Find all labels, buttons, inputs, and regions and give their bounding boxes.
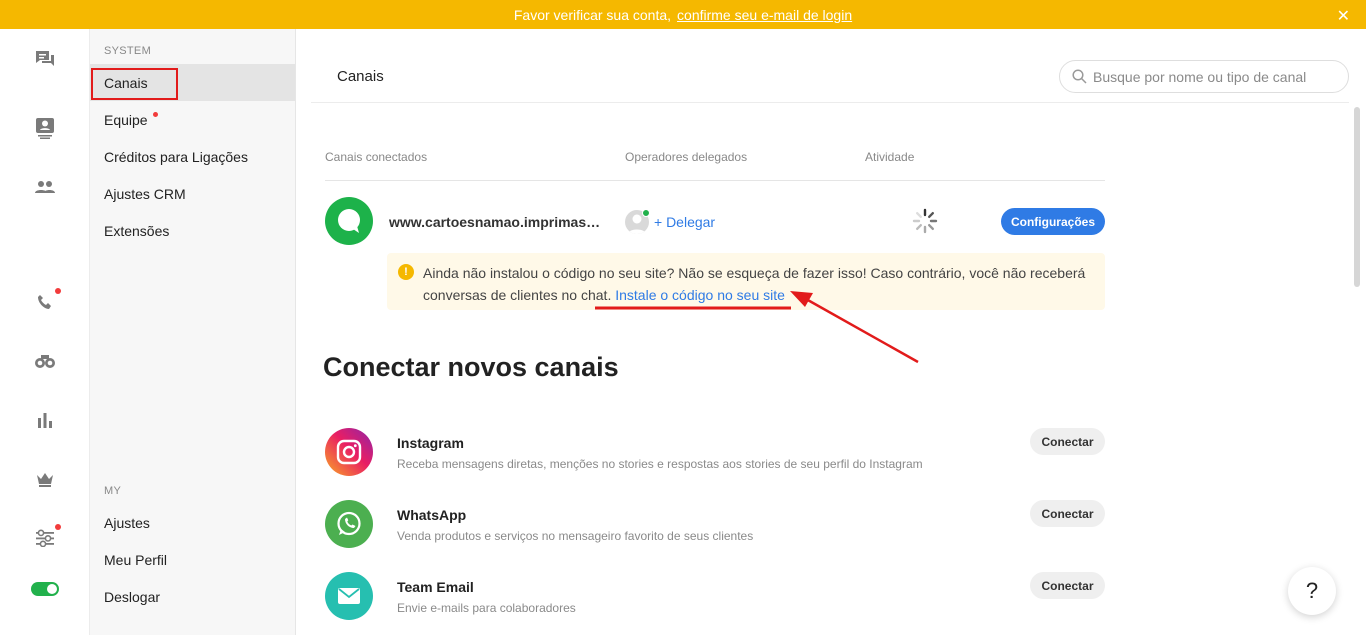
loading-spinner-icon: [912, 208, 938, 234]
search-icon: [1072, 69, 1087, 84]
people-icon[interactable]: [33, 175, 57, 199]
phone-badge: [55, 288, 61, 294]
menu-item-meu-perfil[interactable]: Meu Perfil: [90, 541, 295, 578]
install-code-warning: ! Ainda não instalou o código no seu sit…: [387, 253, 1105, 310]
team-email-desc: Envie e-mails para colaboradores: [397, 601, 576, 615]
column-header-activity: Atividade: [865, 150, 915, 164]
sliders-badge: [55, 524, 61, 530]
menu-item-ajustes-crm[interactable]: Ajustes CRM: [90, 175, 295, 212]
mail-icon: [325, 572, 373, 620]
main-content: Canais Canais conectados Operadores dele…: [296, 29, 1366, 635]
menu-item-label: Equipe: [104, 111, 148, 128]
menu-item-label: Créditos para Ligações: [104, 148, 248, 165]
menu-item-label: Ajustes CRM: [104, 185, 186, 202]
new-channels-title: Conectar novos canais: [323, 352, 619, 382]
icon-rail: [0, 29, 90, 635]
instagram-name: Instagram: [397, 435, 464, 451]
search-input[interactable]: [1093, 68, 1333, 85]
table-divider: [325, 180, 1105, 181]
menu-item-creditos[interactable]: Créditos para Ligações: [90, 138, 295, 175]
connect-team-email-button[interactable]: Conectar: [1030, 572, 1105, 599]
page-title: Canais: [337, 68, 384, 85]
settings-menu: SYSTEM Canais Equipe Créditos para Ligaç…: [90, 29, 296, 635]
operator-online-dot: [642, 209, 650, 217]
whatsapp-name: WhatsApp: [397, 507, 467, 523]
menu-item-label: Canais: [104, 74, 148, 91]
instagram-icon: [325, 428, 373, 476]
menu-item-label: Ajustes: [104, 514, 150, 531]
connect-whatsapp-button[interactable]: Conectar: [1030, 500, 1105, 527]
my-section-label: MY: [104, 485, 122, 497]
connect-instagram-button[interactable]: Conectar: [1030, 428, 1105, 455]
column-header-connected: Canais conectados: [325, 150, 428, 164]
confirm-email-link[interactable]: confirme seu e-mail de login: [677, 7, 852, 23]
crown-icon[interactable]: [33, 467, 57, 491]
menu-item-deslogar[interactable]: Deslogar: [90, 578, 295, 615]
binoculars-icon[interactable]: [33, 349, 57, 373]
instagram-desc: Receba mensagens diretas, menções no sto…: [397, 457, 923, 471]
menu-item-ajustes[interactable]: Ajustes: [90, 504, 295, 541]
help-button[interactable]: ?: [1288, 567, 1336, 615]
close-icon[interactable]: ✕: [1337, 6, 1350, 26]
sliders-icon[interactable]: [33, 524, 61, 550]
annotation-arrow: [595, 291, 919, 364]
contact-card-icon[interactable]: [33, 116, 57, 140]
warning-icon: !: [398, 264, 414, 280]
online-toggle[interactable]: [31, 582, 59, 596]
header-divider: [311, 102, 1349, 103]
menu-item-label: Deslogar: [104, 588, 161, 605]
whatsapp-desc: Venda produtos e serviços no mensageiro …: [397, 529, 754, 543]
scrollbar[interactable]: [1354, 107, 1360, 287]
phone-icon[interactable]: [33, 288, 61, 314]
bar-chart-icon[interactable]: [33, 408, 57, 432]
verification-banner: Favor verificar sua conta, confirme seu …: [0, 0, 1366, 29]
delegate-link[interactable]: + Delegar: [654, 214, 715, 230]
chat-channel-icon: [325, 197, 373, 245]
install-code-link[interactable]: Instale o código no seu site: [615, 287, 785, 303]
menu-item-label: Meu Perfil: [104, 551, 168, 568]
search-box[interactable]: [1059, 60, 1349, 93]
column-header-operators: Operadores delegados: [625, 150, 748, 164]
banner-text: Favor verificar sua conta,: [513, 6, 672, 23]
menu-item-extensoes[interactable]: Extensões: [90, 212, 295, 249]
chat-bubbles-icon[interactable]: [33, 47, 57, 71]
configuracoes-button[interactable]: Configurações: [1001, 208, 1105, 235]
whatsapp-icon: [325, 500, 373, 548]
equipe-badge: [152, 112, 158, 117]
menu-item-equipe[interactable]: Equipe: [90, 101, 295, 138]
system-section-label: SYSTEM: [104, 45, 152, 57]
channel-name[interactable]: www.cartoesnamao.imprimasto...: [389, 214, 604, 230]
menu-item-canais[interactable]: Canais: [90, 64, 295, 101]
team-email-name: Team Email: [397, 579, 474, 595]
menu-item-label: Extensões: [104, 222, 170, 239]
